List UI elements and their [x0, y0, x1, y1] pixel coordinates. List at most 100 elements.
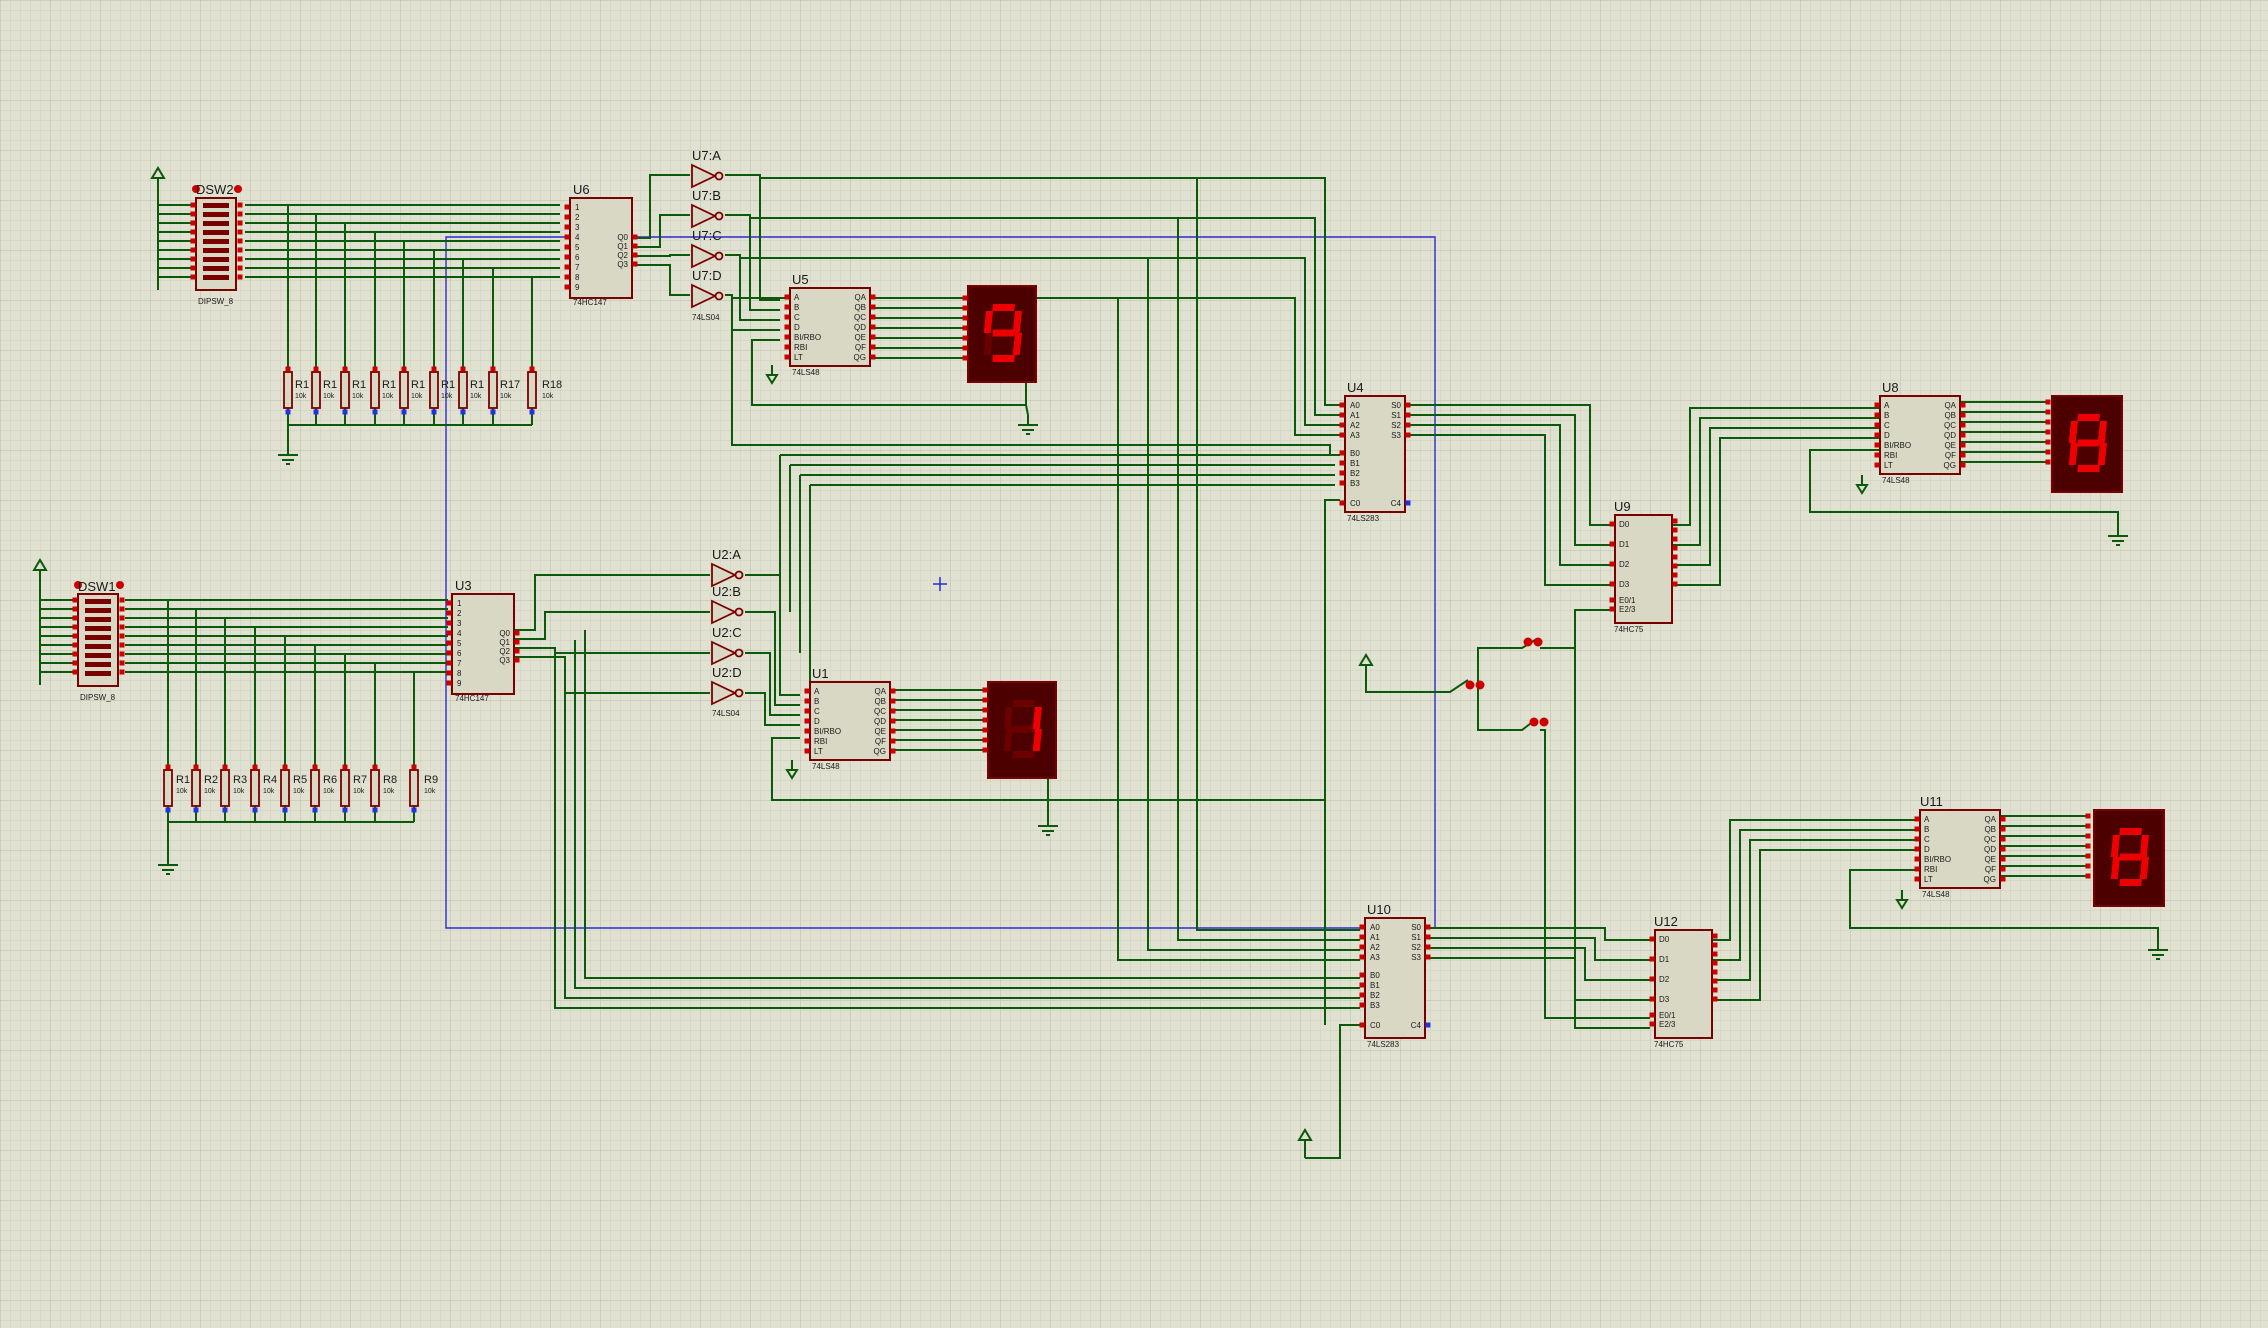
pin-terminal [632, 252, 638, 258]
label-u8: U8 [1882, 380, 1899, 395]
label-r5: R5 [293, 774, 307, 786]
pin-terminal [119, 669, 125, 675]
pin-terminal [870, 334, 876, 340]
pin-terminal [119, 660, 125, 666]
pin-terminal [1359, 924, 1365, 930]
pin-terminal [190, 220, 196, 226]
pin-terminal [190, 238, 196, 244]
label-u7a: U7:A [692, 148, 721, 163]
schematic-canvas[interactable]: DSW2 DIPSW_8 DSW1 DIPSW_8 U6 74HC147 U3 … [0, 0, 2268, 1328]
chip-pin-label: Q2 [617, 251, 628, 260]
pin-terminal [285, 366, 291, 372]
pin-terminal [784, 334, 790, 340]
chip-pin-label: D2 [1659, 975, 1670, 984]
pin-terminal [1712, 960, 1718, 966]
pin-terminal [2045, 449, 2051, 455]
pin-terminal [1672, 563, 1678, 569]
pin-terminal [165, 807, 171, 813]
pin-terminal [982, 697, 988, 703]
pin-terminal [190, 256, 196, 262]
label-rval: 10k [382, 393, 394, 400]
chip-pin-label: QF [1985, 865, 1996, 874]
pin-terminal [1874, 412, 1880, 418]
chip-pin-label: Q3 [499, 656, 510, 665]
pin-terminal [804, 688, 810, 694]
pin-terminal [72, 597, 78, 603]
pin-terminal [252, 764, 258, 770]
chip-pin-label: QB [874, 697, 886, 706]
chip-pin-label: B [794, 303, 799, 312]
pin-terminal [784, 294, 790, 300]
pin-terminal [190, 265, 196, 271]
label-rval: 10k [353, 788, 365, 795]
chip-pin-label: A3 [1350, 431, 1360, 440]
pin-terminal [2045, 409, 2051, 415]
pin-terminal [1672, 536, 1678, 542]
chip-pin-label: D1 [1659, 955, 1670, 964]
label-u10-type: 74LS283 [1367, 1040, 1400, 1049]
chip-pin-label: QD [854, 323, 866, 332]
pin-terminal [1649, 976, 1655, 982]
pin-terminal [190, 211, 196, 217]
display-segment [2119, 853, 2142, 861]
pin-terminal [446, 670, 452, 676]
pin-terminal [890, 738, 896, 744]
chip-pin-label: C [1884, 421, 1890, 430]
pin-terminal [446, 640, 452, 646]
chip-pin-label: B2 [1350, 469, 1360, 478]
label-u5: U5 [792, 272, 809, 287]
pin-terminal [1609, 521, 1615, 527]
pin-terminal [119, 651, 125, 657]
pin-terminal [890, 698, 896, 704]
pin-terminal [962, 335, 968, 341]
chip-pin-label: BI/RBO [814, 727, 841, 736]
chip-pin-label: B [1924, 825, 1929, 834]
pin-terminal [1425, 934, 1431, 940]
chip-pin-label: LT [814, 747, 823, 756]
pin-terminal [1874, 442, 1880, 448]
pin-terminal [1960, 462, 1966, 468]
pin-terminal [1960, 402, 1966, 408]
label-u1: U1 [812, 666, 829, 681]
label-u7-type: 74LS04 [692, 313, 720, 322]
pin-terminal [119, 597, 125, 603]
label-u8-type: 74LS48 [1882, 476, 1910, 485]
chip-pin-label: 2 [457, 609, 462, 618]
label-r-top-1: R1 [295, 379, 309, 391]
chip-pin-label: D [814, 717, 820, 726]
chip-pin-label: B1 [1370, 981, 1380, 990]
pin-terminal [890, 748, 896, 754]
chip-pin-label: B [814, 697, 819, 706]
pin-terminal [870, 344, 876, 350]
chip-pin-label: 6 [457, 649, 462, 658]
pin-terminal [870, 304, 876, 310]
pin-terminal [312, 764, 318, 770]
pin-terminal [1649, 1021, 1655, 1027]
label-u2-type: 74LS04 [712, 709, 740, 718]
pin-terminal [784, 304, 790, 310]
pin-terminal [2085, 873, 2091, 879]
label-u3-type: 74HC147 [455, 694, 489, 703]
pin-terminal [1425, 944, 1431, 950]
pin-terminal [222, 807, 228, 813]
chip-pin-label: QG [874, 747, 886, 756]
display-segment [2077, 414, 2100, 421]
chip-pin-label: B [1884, 411, 1889, 420]
chip-pin-label: B2 [1370, 991, 1380, 1000]
label-rval: 10k [176, 788, 188, 795]
pin-terminal [446, 600, 452, 606]
pin-terminal [514, 648, 520, 654]
chip-pin-label: D2 [1619, 560, 1630, 569]
display-segment [2119, 879, 2142, 886]
pin-terminal [237, 229, 243, 235]
pin-terminal [460, 366, 466, 372]
pin-terminal [1359, 1022, 1365, 1028]
pin-terminal [1914, 866, 1920, 872]
pin-terminal [1960, 432, 1966, 438]
label-rval: 10k [295, 393, 307, 400]
pin-terminal [1712, 996, 1718, 1002]
pin-terminal [119, 633, 125, 639]
chip-pin-label: 4 [457, 629, 462, 638]
pin-terminal [193, 764, 199, 770]
pin-terminal [342, 366, 348, 372]
